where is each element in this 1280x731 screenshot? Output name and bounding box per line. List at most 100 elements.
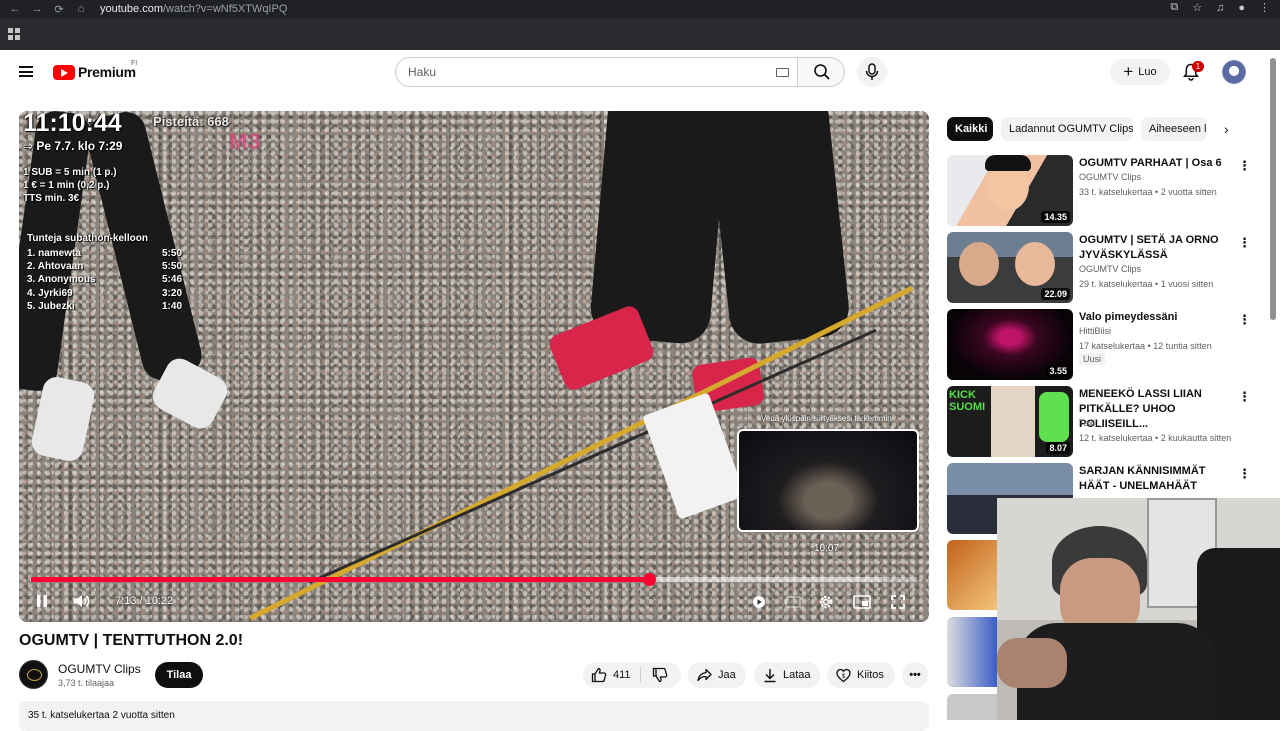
microphone-icon bbox=[865, 63, 879, 80]
youtube-premium-logo[interactable]: Premium FI bbox=[53, 60, 137, 80]
create-button[interactable]: + Luo bbox=[1110, 59, 1170, 85]
description-meta: 35 t. katselukertaa 2 vuotta sitten bbox=[28, 710, 175, 721]
install-app-icon[interactable]: ⧉ bbox=[1170, 1, 1178, 14]
page-scrollbar[interactable] bbox=[1270, 58, 1276, 320]
recommendation-meta: 17 katselukertaa • 12 tuntia sitten bbox=[1079, 341, 1212, 351]
recommendation-title: MENEEKÖ LASSI LIIAN PITKÄLLE? UHOO POLII… bbox=[1079, 388, 1202, 430]
thumbnail-face bbox=[1015, 242, 1055, 286]
home-icon[interactable]: ⌂ bbox=[74, 3, 88, 15]
recommendation-item[interactable]: 22.09 OGUMTV | SETÄ JA ORNO JYVÄSKYLÄSSÄ… bbox=[947, 232, 1257, 304]
chip-related[interactable]: Aiheeseen liittyvät bbox=[1141, 117, 1207, 141]
like-button[interactable]: 411 bbox=[591, 667, 631, 683]
channel-name[interactable]: OGUMTV Clips bbox=[58, 662, 141, 676]
progress-scrubber[interactable] bbox=[642, 573, 656, 586]
kebab-menu-icon[interactable]: ⋮ bbox=[1238, 235, 1251, 251]
person-leg-right bbox=[588, 111, 730, 346]
more-actions-button[interactable]: ••• bbox=[902, 662, 928, 688]
leaderboard-name: 4. Jyrki69 bbox=[27, 287, 73, 299]
stream-rules: 1 SUB = 5 min (1 p.) 1 € = 1 min (0,2 p.… bbox=[23, 167, 117, 204]
leaderboard-row: 3. Anonymous 5:46 bbox=[27, 273, 182, 286]
recommendation-item[interactable]: 14.35 OGUMTV PARHAAT | Osa 6 OGUMTV Clip… bbox=[947, 155, 1257, 227]
svg-text:$: $ bbox=[842, 673, 846, 679]
recommendation-item[interactable]: KICK SUOMI 8.07 MENEEKÖ LASSI LIIAN PITKÄ… bbox=[947, 386, 1257, 458]
browser-toolbar: ← → ⟳ ⌂ youtube.com/watch?v=wNf5XTWqIPQ … bbox=[0, 0, 1280, 18]
kebab-menu-icon[interactable]: ⋮ bbox=[1238, 466, 1251, 482]
leaderboard-name: 2. Ahtovaan bbox=[27, 261, 84, 273]
duration-badge: 22.09 bbox=[1041, 288, 1070, 300]
progress-bar[interactable] bbox=[31, 573, 917, 586]
kebab-menu-icon[interactable]: ⋮ bbox=[1238, 389, 1251, 405]
autoplay-icon[interactable] bbox=[752, 595, 766, 609]
bookmark-star-icon[interactable]: ☆ bbox=[1192, 1, 1202, 14]
leaderboard-row: 2. Ahtovaan 5:50 bbox=[27, 260, 182, 273]
address-bar[interactable]: youtube.com/watch?v=wNf5XTWqIPQ bbox=[100, 3, 287, 15]
channel-avatar[interactable] bbox=[19, 660, 48, 689]
keyboard-icon[interactable] bbox=[776, 68, 789, 77]
recommendation-channel: HittiBiisi bbox=[1079, 326, 1112, 336]
recommendation-item[interactable]: 3.55 Valo pimeydessäni HittiBiisi 17 kat… bbox=[947, 309, 1257, 381]
settings-gear-icon[interactable] bbox=[818, 594, 834, 610]
thumbnail-cap bbox=[985, 155, 1031, 171]
chip-uploaded-by[interactable]: Ladannut OGUMTV Clips bbox=[1001, 117, 1133, 141]
forward-icon[interactable]: → bbox=[30, 3, 44, 15]
subscribe-button[interactable]: Tilaa bbox=[155, 662, 203, 688]
kebab-menu-icon[interactable]: ⋮ bbox=[1238, 158, 1251, 174]
thanks-button[interactable]: $ Kiitos bbox=[827, 662, 895, 688]
partial-thumbnail bbox=[947, 617, 997, 687]
leaderboard-time: 1:40 bbox=[161, 300, 182, 312]
recommendation-title: SARJAN KÄNNISIMMÄT HÄÄT - UNELMAHÄÄT bbox=[1079, 465, 1206, 492]
scrub-preview-time: 10:07 bbox=[814, 543, 840, 554]
reload-icon[interactable]: ⟳ bbox=[52, 3, 66, 16]
progress-played bbox=[31, 577, 649, 582]
recommendation-meta: 33 t. katselukertaa • 2 vuotta sitten bbox=[1079, 187, 1217, 197]
download-icon bbox=[764, 668, 776, 682]
leaderboard-time: 5:46 bbox=[161, 274, 182, 286]
url-host: youtube.com bbox=[100, 3, 163, 15]
profile-icon[interactable]: ● bbox=[1238, 2, 1245, 14]
leaderboard-time: 5:50 bbox=[161, 248, 182, 259]
chevron-right-icon[interactable]: › bbox=[1224, 121, 1229, 137]
leaderboard-name: 3. Anonymous bbox=[27, 274, 96, 286]
url-path: /watch?v=wNf5XTWqIPQ bbox=[162, 3, 288, 15]
fullscreen-icon[interactable] bbox=[890, 594, 906, 610]
pause-icon[interactable] bbox=[35, 593, 49, 609]
search-button[interactable] bbox=[797, 57, 845, 87]
thanks-label: Kiitos bbox=[857, 669, 884, 681]
subtitles-icon[interactable] bbox=[785, 596, 801, 608]
leaderboard-time: 5:50 bbox=[161, 261, 182, 273]
recommendation-thumbnail: KICK SUOMI 8.07 bbox=[947, 386, 1073, 457]
video-player[interactable]: 11:10:44 Pisteitä: 668 M3 ⇨ Pe 7.7. klo … bbox=[19, 111, 929, 622]
download-label: Lataa bbox=[783, 669, 811, 681]
leaderboard-title: Tunteja subathon-kelloon bbox=[27, 233, 148, 244]
plus-icon: + bbox=[1123, 61, 1134, 81]
brand-text: Premium bbox=[78, 64, 136, 80]
kebab-menu-icon[interactable]: ⋮ bbox=[1238, 312, 1251, 328]
search-input[interactable] bbox=[408, 58, 768, 86]
volume-icon[interactable] bbox=[72, 593, 92, 609]
download-button[interactable]: Lataa bbox=[754, 662, 820, 688]
menu-icon[interactable] bbox=[19, 66, 33, 77]
thumbs-down-icon[interactable] bbox=[652, 667, 668, 683]
voice-search-button[interactable] bbox=[857, 57, 887, 87]
apps-grid-icon[interactable] bbox=[8, 28, 20, 40]
chip-all[interactable]: Kaikki bbox=[947, 117, 993, 141]
leaderboard-name: 1. namewta bbox=[27, 248, 81, 259]
theater-mode-icon[interactable] bbox=[853, 595, 871, 609]
search-box bbox=[395, 57, 798, 87]
subscriber-count: 3,73 t. tilaajaa bbox=[58, 678, 115, 688]
create-label: Luo bbox=[1138, 66, 1157, 78]
person-leg-right-2 bbox=[706, 111, 852, 347]
description-box[interactable]: 35 t. katselukertaa 2 vuotta sitten bbox=[19, 701, 929, 731]
browser-menu-icon[interactable]: ⋮ bbox=[1259, 1, 1270, 14]
recommendation-title: OGUMTV PARHAAT | Osa 6 bbox=[1079, 157, 1222, 169]
leaderboard: 1. namewta 5:50 2. Ahtovaan 5:50 3. Anonym… bbox=[27, 247, 182, 313]
stream-clock: 11:10:44 bbox=[23, 111, 122, 137]
media-control-icon[interactable]: ♫ bbox=[1216, 2, 1224, 14]
webcam-overlay bbox=[997, 498, 1280, 720]
recommendation-meta: 12 t. katselukertaa • 2 kuukautta sitten bbox=[1079, 433, 1232, 443]
thumbnail-can bbox=[1039, 392, 1069, 442]
share-button[interactable]: Jaa bbox=[688, 662, 746, 688]
account-avatar[interactable] bbox=[1222, 60, 1246, 84]
video-title: OGUMTV | TENTTUTHON 2.0! bbox=[19, 632, 244, 649]
back-icon[interactable]: ← bbox=[8, 3, 22, 15]
